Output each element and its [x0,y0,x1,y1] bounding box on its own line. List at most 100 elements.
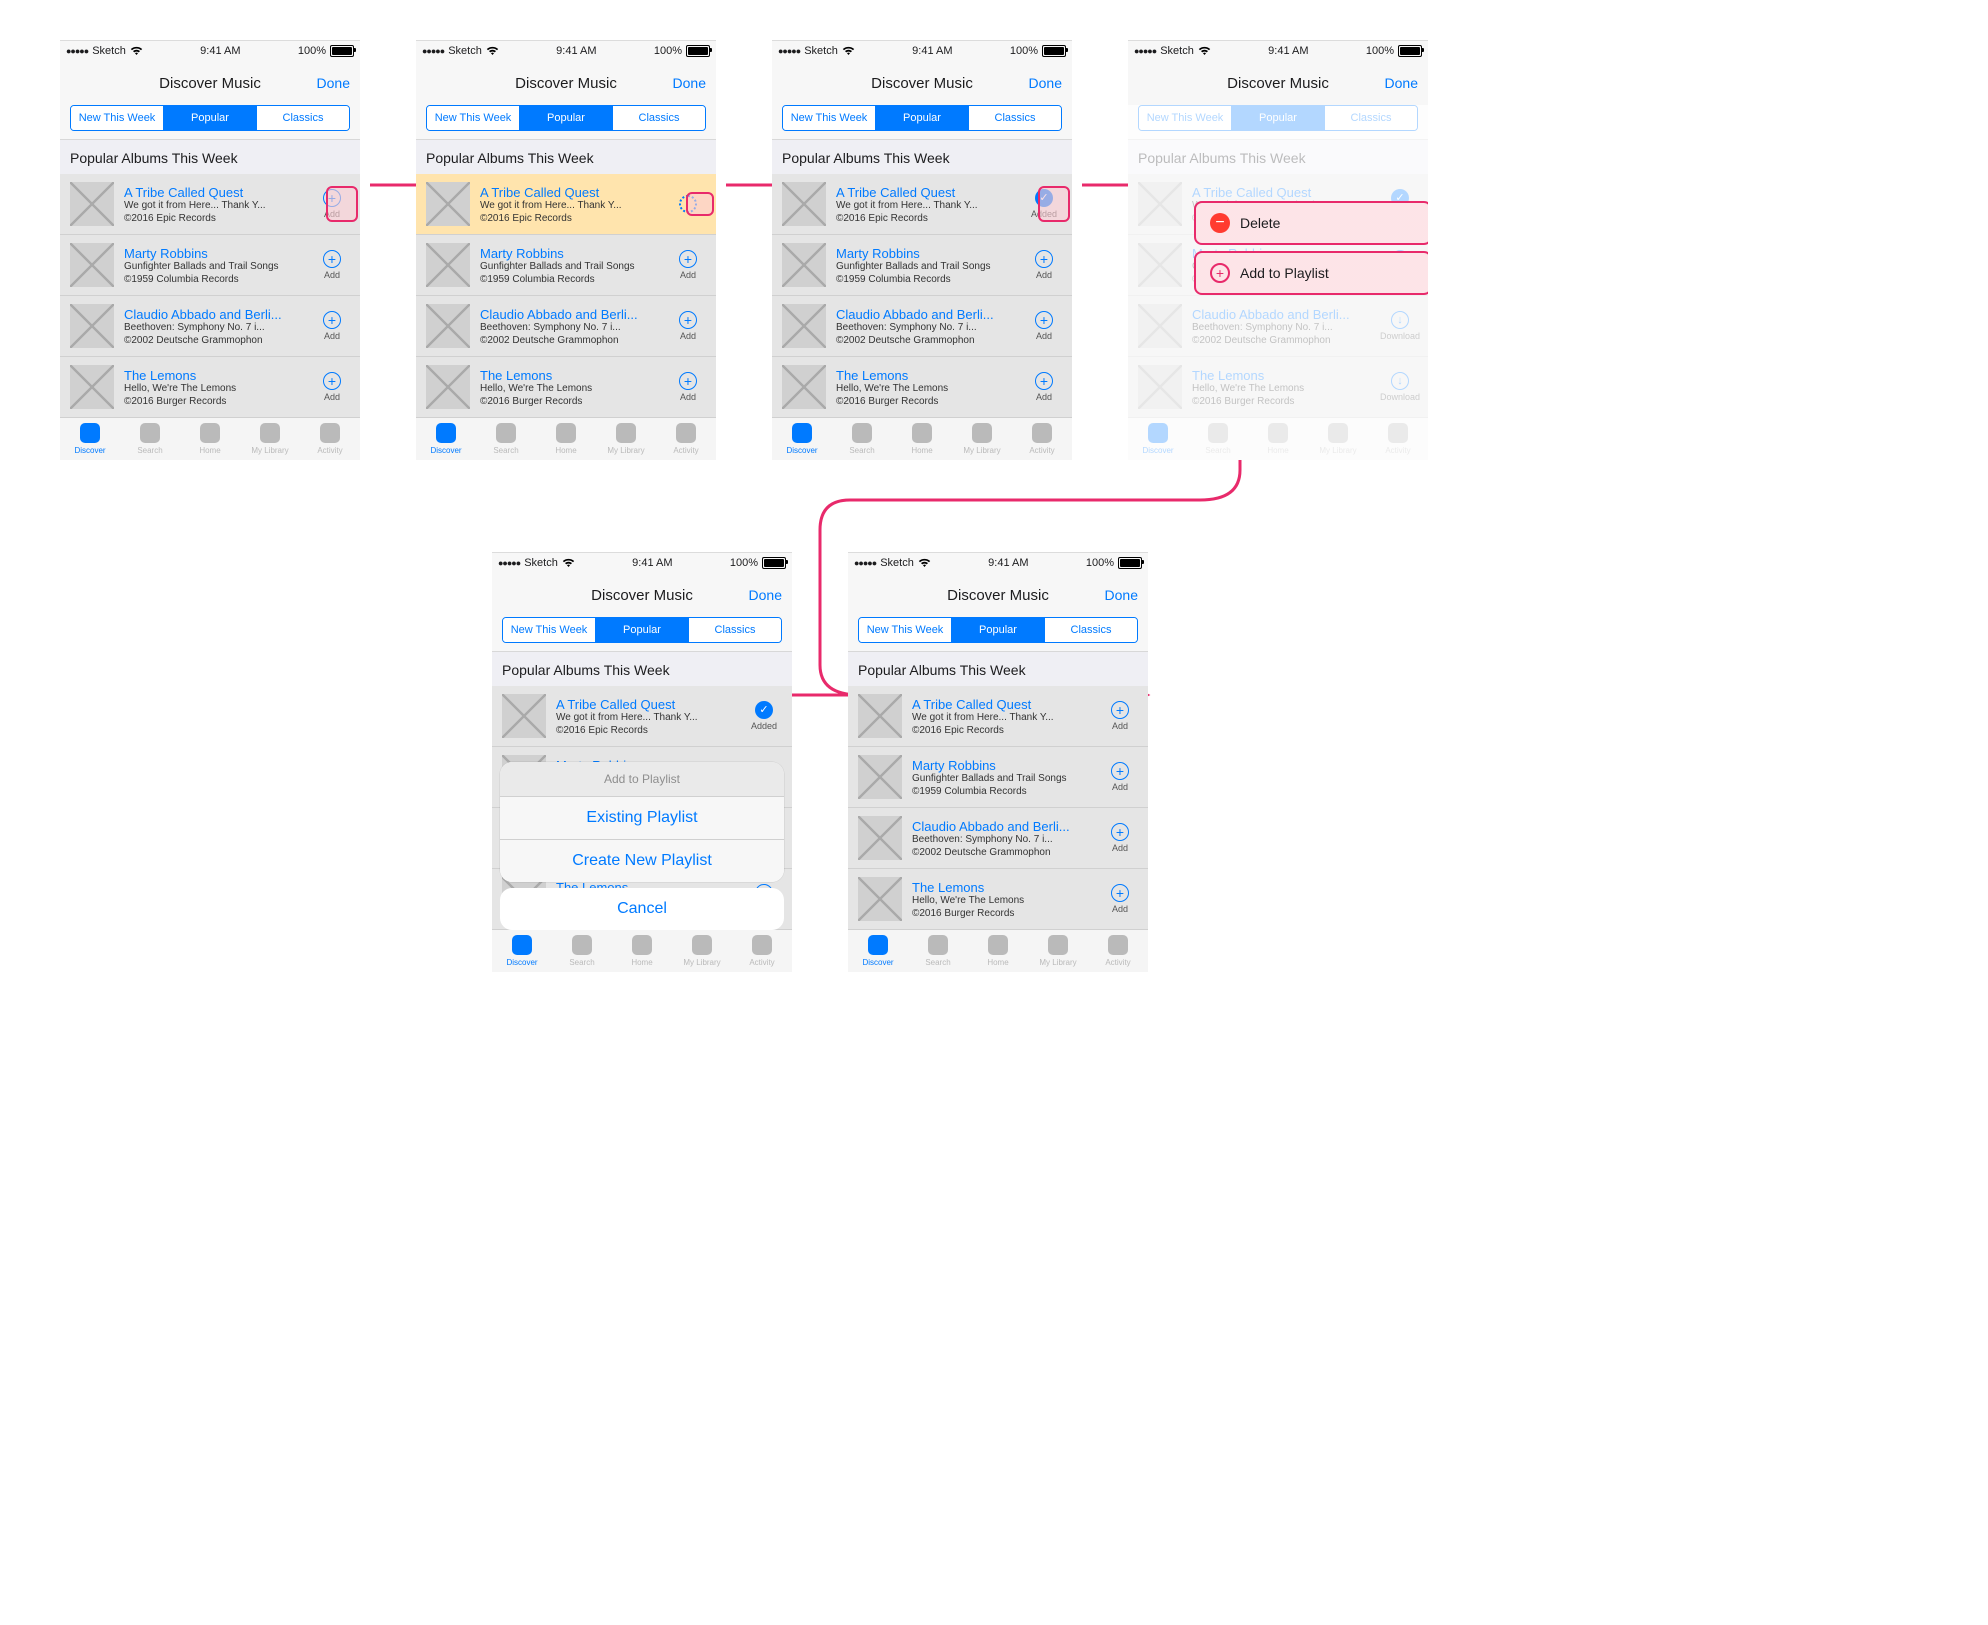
segment-new-this-week[interactable]: New This Week [503,618,596,642]
album-row[interactable]: Claudio Abbado and Berli...Beethoven: Sy… [416,296,716,357]
album-row[interactable]: The LemonsHello, We're The Lemons©2016 B… [416,357,716,417]
tab-search[interactable]: Search [552,930,612,972]
segment-control[interactable]: New This Week Popular Classics [782,105,1062,131]
tab-search[interactable]: Search [832,418,892,460]
album-row[interactable]: Marty Robbins Gunfighter Ballads and Tra… [60,235,360,296]
add-button[interactable]: +Add [670,311,706,341]
album-row[interactable]: A Tribe Called QuestWe got it from Here.… [492,686,792,747]
segment-control[interactable]: New This Week Popular Classics [858,617,1138,643]
tab-home[interactable]: Home [892,418,952,460]
add-button[interactable]: + Add [314,189,350,219]
done-button[interactable]: Done [673,75,706,91]
segment-control[interactable]: New This Week Popular Classics [70,105,350,131]
tab-activity[interactable]: Activity [732,930,792,972]
add-button[interactable]: +Add [1102,823,1138,853]
segment-classics[interactable]: Classics [257,106,349,130]
tab-search[interactable]: Search [908,930,968,972]
tab-search[interactable]: Search [476,418,536,460]
add-button[interactable]: +Add [670,372,706,402]
segment-classics[interactable]: Classics [1045,618,1137,642]
add-button[interactable]: +Add [1026,250,1062,280]
add-button[interactable]: +Add [1102,701,1138,731]
album-row[interactable]: Marty RobbinsGunfighter Ballads and Trai… [772,235,1072,296]
tab-discover[interactable]: Discover [492,930,552,972]
album-row[interactable]: The LemonsHello, We're The Lemons©2016 B… [772,357,1072,417]
tab-bar[interactable]: Discover Search Home My Library Activity [416,417,716,460]
tab-home[interactable]: Home [536,418,596,460]
done-button[interactable]: Done [1105,587,1138,603]
done-button[interactable]: Done [1385,75,1418,91]
action-sheet-create-new-playlist[interactable]: Create New Playlist [500,840,784,882]
tab-bar[interactable]: Discover Search Home My Library Activity [848,929,1148,972]
add-button[interactable]: +Add [1102,762,1138,792]
segment-control[interactable]: New This Week Popular Classics [426,105,706,131]
tab-search[interactable]: Search [120,418,180,460]
action-sheet-existing-playlist[interactable]: Existing Playlist [500,797,784,840]
add-button[interactable]: +Add [1026,311,1062,341]
done-button[interactable]: Done [1029,75,1062,91]
album-row[interactable]: Claudio Abbado and Berli... Beethoven: S… [60,296,360,357]
tab-activity[interactable]: Activity [1088,930,1148,972]
tab-bar[interactable]: Discover Search Home My Library Activity [772,417,1072,460]
tab-discover[interactable]: Discover [772,418,832,460]
add-label: Add [1036,270,1052,280]
tab-activity[interactable]: Activity [1012,418,1072,460]
tab-my-library[interactable]: My Library [1028,930,1088,972]
album-row[interactable]: A Tribe Called Quest We got it from Here… [60,174,360,235]
album-row[interactable]: A Tribe Called QuestWe got it from Here.… [848,686,1148,747]
album-row[interactable]: A Tribe Called Quest We got it from Here… [772,174,1072,235]
album-list[interactable]: Popular Albums This Week A Tribe Called … [60,140,360,417]
add-button[interactable]: +Add [670,250,706,280]
tab-activity[interactable]: Activity [300,418,360,460]
album-list[interactable]: Popular Albums This Week A Tribe Called … [416,140,716,417]
tab-home[interactable]: Home [612,930,672,972]
tab-home[interactable]: Home [180,418,240,460]
album-list[interactable]: Popular Albums This Week A Tribe Called … [848,652,1148,929]
tab-bar[interactable]: Discover Search Home My Library Activity [60,417,360,460]
add-button[interactable]: +Add [1026,372,1062,402]
segment-new-this-week[interactable]: New This Week [859,618,952,642]
segment-new-this-week[interactable]: New This Week [71,106,164,130]
tab-my-library[interactable]: My Library [952,418,1012,460]
segment-popular[interactable]: Popular [520,106,613,130]
album-row[interactable]: Claudio Abbado and Berli...Beethoven: Sy… [772,296,1072,357]
album-row[interactable]: Marty RobbinsGunfighter Ballads and Trai… [416,235,716,296]
segment-popular[interactable]: Popular [164,106,257,130]
context-delete-button[interactable]: − Delete [1194,201,1428,245]
tab-discover[interactable]: Discover [848,930,908,972]
action-sheet-cancel[interactable]: Cancel [500,888,784,930]
tab-home[interactable]: Home [968,930,1028,972]
tab-bar[interactable]: Discover Search Home My Library Activity [492,929,792,972]
segment-classics[interactable]: Classics [613,106,705,130]
add-button[interactable]: +Add [314,311,350,341]
segment-popular[interactable]: Popular [952,618,1045,642]
status-bar: ●●●●●Sketch 9:41 AM 100% [772,41,1072,61]
segment-new-this-week[interactable]: New This Week [783,106,876,130]
add-button[interactable]: +Add [314,250,350,280]
done-button[interactable]: Done [317,75,350,91]
album-row[interactable]: A Tribe Called Quest We got it from Here… [416,174,716,235]
tab-discover[interactable]: Discover [60,418,120,460]
added-button[interactable]: ✓ Added [1026,189,1062,219]
add-button[interactable]: +Add [314,372,350,402]
segment-control[interactable]: New This Week Popular Classics [502,617,782,643]
segment-popular[interactable]: Popular [876,106,969,130]
segment-classics[interactable]: Classics [969,106,1061,130]
album-row[interactable]: Claudio Abbado and Berli...Beethoven: Sy… [848,808,1148,869]
tab-discover[interactable]: Discover [416,418,476,460]
segment-new-this-week[interactable]: New This Week [427,106,520,130]
tab-activity[interactable]: Activity [656,418,716,460]
add-button[interactable]: +Add [1102,884,1138,914]
added-button[interactable]: ✓Added [746,701,782,731]
segment-popular[interactable]: Popular [596,618,689,642]
tab-my-library[interactable]: My Library [240,418,300,460]
done-button[interactable]: Done [749,587,782,603]
tab-my-library[interactable]: My Library [672,930,732,972]
album-row[interactable]: Marty RobbinsGunfighter Ballads and Trai… [848,747,1148,808]
segment-classics[interactable]: Classics [689,618,781,642]
album-row[interactable]: The Lemons Hello, We're The Lemons ©2016… [60,357,360,417]
tab-my-library[interactable]: My Library [596,418,656,460]
album-list[interactable]: Popular Albums This Week A Tribe Called … [772,140,1072,417]
album-row[interactable]: The LemonsHello, We're The Lemons©2016 B… [848,869,1148,929]
context-add-to-playlist-button[interactable]: + Add to Playlist [1194,251,1428,295]
